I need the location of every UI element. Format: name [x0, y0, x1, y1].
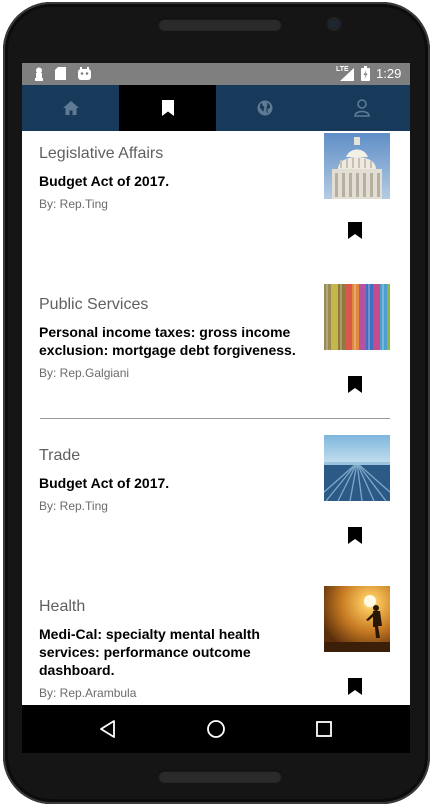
bill-feed[interactable]: Legislative Affairs Budget Act of 2017. …	[22, 131, 410, 705]
bookmark-button[interactable]	[348, 527, 362, 544]
status-bar: LTE 1:29	[22, 63, 410, 85]
home-icon	[62, 101, 79, 115]
person-icon	[353, 99, 370, 117]
bill-author: By: Rep.Galgiani	[39, 366, 130, 380]
bill-title[interactable]: Budget Act of 2017.	[39, 474, 309, 492]
farm-field-photo[interactable]	[324, 435, 390, 501]
tab-bar	[22, 85, 410, 131]
bill-author: By: Rep.Ting	[39, 499, 108, 513]
recents-icon[interactable]	[312, 717, 336, 741]
bookmark-button[interactable]	[348, 222, 362, 239]
signal-icon	[340, 68, 354, 81]
bill-category: Trade	[39, 447, 81, 464]
top-speaker	[158, 18, 282, 31]
android-pawn-icon	[35, 67, 43, 81]
runner-sunset-photo[interactable]	[324, 586, 390, 652]
back-icon[interactable]	[96, 717, 120, 741]
bill-category: Legislative Affairs	[39, 145, 164, 162]
bill-author: By: Rep.Ting	[39, 197, 108, 211]
sd-card-icon	[55, 67, 66, 80]
bill-title[interactable]: Medi-Cal: specialty mental health servic…	[39, 625, 309, 679]
tab-home[interactable]	[22, 85, 119, 131]
globe-icon	[257, 100, 272, 116]
colored-pencils-photo[interactable]	[324, 284, 390, 350]
app-screen: LTE 1:29 Legislative Affairs Budget Act …	[22, 63, 410, 753]
bookmark-button[interactable]	[348, 376, 362, 393]
home-circle-icon[interactable]	[204, 717, 228, 741]
tab-bookmarks[interactable]	[119, 85, 216, 131]
bottom-speaker	[158, 770, 282, 783]
bill-author: By: Rep.Arambula	[39, 686, 137, 700]
tab-explore[interactable]	[216, 85, 313, 131]
bill-title[interactable]: Personal income taxes: gross income excl…	[39, 323, 309, 359]
section-divider	[40, 418, 390, 419]
system-nav-bar	[22, 705, 410, 753]
bill-category: Public Services	[39, 296, 149, 313]
front-camera	[329, 19, 339, 29]
bill-title[interactable]: Budget Act of 2017.	[39, 172, 309, 190]
bookmark-icon	[161, 100, 174, 116]
bookmark-button[interactable]	[348, 678, 362, 695]
bill-category: Health	[39, 598, 86, 615]
tab-profile[interactable]	[313, 85, 410, 131]
battery-icon	[361, 66, 370, 81]
android-robot-icon	[78, 67, 91, 80]
capitol-dome-photo[interactable]	[324, 133, 390, 199]
clock: 1:29	[376, 66, 402, 81]
